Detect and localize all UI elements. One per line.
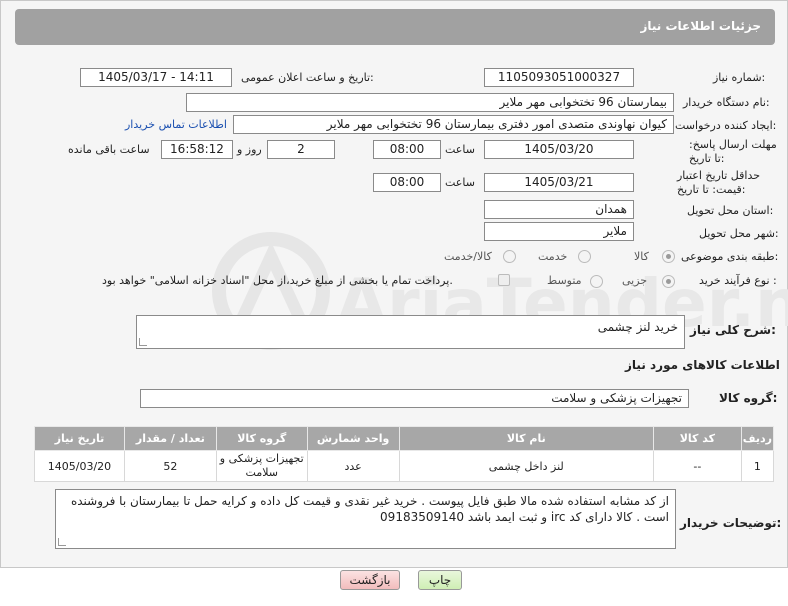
- goods-group-field: تجهیزات پزشکی و سلامت: [140, 389, 689, 408]
- city-label: شهر محل تحویل:: [699, 227, 779, 240]
- description-text: خرید لنز چشمی: [597, 320, 678, 334]
- col-header-need-date: تاریخ نیاز: [34, 426, 125, 451]
- cell-unit: عدد: [306, 450, 400, 482]
- panel-title: جزئیات اطلاعات نیاز: [640, 19, 761, 33]
- reply-time-field: 08:00: [373, 140, 441, 159]
- col-header-item-name: نام کالا: [398, 426, 654, 451]
- need-number-label: شماره نیاز:: [713, 71, 766, 84]
- cell-row-number: 1: [740, 450, 775, 482]
- watermark-logo: AriaTender.neT: [212, 232, 788, 350]
- goods-group-label: گروه کالا:: [719, 391, 778, 405]
- remaining-time-field: 16:58:12: [161, 140, 233, 159]
- treasury-payment-note: پرداخت تمام یا بخشی از مبلغ خرید،از محل …: [102, 274, 453, 287]
- category-radio-goods-service[interactable]: [503, 250, 516, 263]
- category-label: طبقه بندی موضوعی:: [681, 250, 779, 263]
- process-partial-label: جزیی: [622, 274, 648, 287]
- process-medium-label: متوسط: [547, 274, 582, 287]
- back-button[interactable]: بازگشت: [340, 570, 400, 590]
- buyer-contact-link[interactable]: اطلاعات تماس خریدار: [125, 118, 227, 131]
- resize-grip-icon: [58, 538, 66, 546]
- description-field: خرید لنز چشمی: [136, 315, 685, 349]
- print-button[interactable]: چاپ: [418, 570, 462, 590]
- buyer-notes-label: توضیحات خریدار:: [680, 516, 782, 530]
- process-type-label: نوع فرآیند خرید :: [699, 274, 777, 287]
- announce-datetime-field: 1405/03/17 - 14:11: [80, 68, 232, 87]
- col-header-item-code: کد کالا: [652, 426, 742, 451]
- remaining-time-label: ساعت باقی مانده: [68, 143, 150, 156]
- category-radio-service[interactable]: [578, 250, 591, 263]
- days-label: روز و: [237, 143, 262, 156]
- goods-table: ردیف کد کالا نام کالا واحد شمارش گروه کا…: [34, 426, 775, 482]
- requester-field: کیوان نهاوندی متصدی امور دفتری بیمارستان…: [233, 115, 674, 134]
- treasury-payment-checkbox[interactable]: [498, 274, 510, 286]
- cell-need-date: 1405/03/20: [34, 450, 125, 482]
- buyer-org-field: بیمارستان 96 تختخوابی مهر ملایر: [186, 93, 674, 112]
- process-radio-medium[interactable]: [590, 275, 603, 288]
- buyer-org-label: نام دستگاه خریدار:: [683, 96, 770, 109]
- table-header-row: ردیف کد کالا نام کالا واحد شمارش گروه کا…: [34, 426, 775, 451]
- validity-time-field: 08:00: [373, 173, 441, 192]
- price-validity-label: حداقل تاریخ اعتبار قیمت: تا تاریخ:: [677, 169, 761, 196]
- days-field: 2: [267, 140, 335, 159]
- reply-time-label: ساعت: [445, 143, 475, 156]
- city-field: ملایر: [484, 222, 634, 241]
- category-goods-label: کالا: [634, 250, 649, 263]
- reply-date-field: 1405/03/20: [484, 140, 634, 159]
- col-header-row-number: ردیف: [740, 426, 775, 451]
- category-service-label: خدمت: [538, 250, 568, 263]
- validity-date-field: 1405/03/21: [484, 173, 634, 192]
- announce-datetime-label: تاریخ و ساعت اعلان عمومی:: [241, 71, 374, 84]
- buyer-notes-field: از کد مشابه استفاده شده مالا طبق فایل پی…: [55, 489, 676, 549]
- need-number-field: 1105093051000327: [484, 68, 634, 87]
- cell-item-name: لنز داخل چشمی: [398, 450, 654, 482]
- table-row: 1 -- لنز داخل چشمی عدد تجهیزات پزشکی و س…: [34, 450, 775, 482]
- resize-grip-icon: [139, 338, 147, 346]
- process-radio-partial[interactable]: [662, 275, 675, 288]
- province-label: استان محل تحویل:: [687, 204, 774, 217]
- col-header-quantity: تعداد / مقدار: [123, 426, 217, 451]
- col-header-unit: واحد شمارش: [306, 426, 400, 451]
- description-label: شرح کلی نیاز:: [690, 323, 776, 337]
- buyer-notes-text: از کد مشابه استفاده شده مالا طبق فایل پی…: [70, 494, 669, 524]
- cell-item-code: --: [652, 450, 742, 482]
- cell-quantity: 52: [123, 450, 217, 482]
- category-radio-goods[interactable]: [662, 250, 675, 263]
- validity-time-label: ساعت: [445, 176, 475, 189]
- province-field: همدان: [484, 200, 634, 219]
- category-goods-service-label: کالا/خدمت: [444, 250, 492, 263]
- requester-label: ایجاد کننده درخواست:: [675, 119, 777, 132]
- goods-section-title: اطلاعات کالاهای مورد نیاز: [625, 358, 780, 372]
- col-header-group: گروه کالا: [215, 426, 308, 451]
- panel-header: جزئیات اطلاعات نیاز: [15, 9, 775, 45]
- reply-deadline-label: مهلت ارسال پاسخ: تا تاریخ:: [689, 138, 777, 165]
- cell-group: تجهیزات پزشکی و سلامت: [215, 450, 308, 482]
- details-panel: جزئیات اطلاعات نیاز AriaTender.neT شماره…: [0, 0, 788, 568]
